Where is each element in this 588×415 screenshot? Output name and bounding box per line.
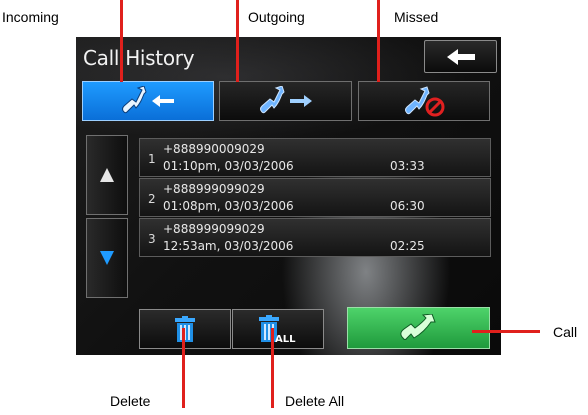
phone-outgoing-icon [259, 86, 312, 114]
phone-missed-icon [405, 86, 445, 117]
callout-line-outgoing [236, 0, 239, 82]
call-number: +888999099029 [163, 182, 265, 196]
call-duration: 03:33 [390, 159, 425, 173]
callout-missed: Missed [394, 9, 439, 25]
back-button[interactable] [424, 40, 497, 73]
tab-missed[interactable] [358, 81, 490, 121]
callout-outgoing: Outgoing [248, 9, 305, 25]
callout-line-delete-all [271, 328, 274, 408]
call-index: 1 [148, 152, 156, 166]
callout-delete: Delete [110, 393, 151, 409]
triangle-down-icon [100, 251, 114, 265]
scroll-down-button[interactable] [86, 218, 128, 298]
tab-incoming[interactable] [82, 81, 214, 121]
call-number: +888999099029 [163, 222, 265, 236]
call-history-screen: Call History 1 +888990009029 01:10pm, 03… [76, 37, 501, 355]
call-index: 2 [148, 192, 156, 206]
callout-call: Call [553, 324, 578, 340]
callout-line-missed [377, 0, 380, 82]
callout-delete-all: Delete All [285, 393, 345, 409]
delete-all-badge: ALL [275, 334, 296, 343]
delete-all-button[interactable]: ALL [232, 309, 324, 349]
call-datetime: 01:10pm, 03/03/2006 [163, 159, 294, 173]
callout-line-call [472, 330, 540, 333]
call-row[interactable]: 3 +888999099029 12:53am, 03/03/2006 02:2… [139, 218, 491, 257]
call-row[interactable]: 2 +888999099029 01:08pm, 03/03/2006 06:3… [139, 178, 491, 217]
call-duration: 02:25 [390, 239, 425, 253]
trash-all-icon: ALL [259, 315, 296, 343]
page-title: Call History [83, 46, 195, 70]
tab-outgoing[interactable] [219, 81, 352, 121]
callout-incoming: Incoming [2, 9, 59, 25]
phone-incoming-icon [122, 86, 174, 114]
call-index: 3 [148, 232, 156, 246]
call-button[interactable] [347, 307, 490, 349]
call-duration: 06:30 [390, 199, 425, 213]
callout-line-incoming [120, 0, 123, 82]
call-datetime: 01:08pm, 03/03/2006 [163, 199, 294, 213]
phone-handset-icon [399, 314, 436, 340]
triangle-up-icon [100, 168, 114, 182]
trash-icon [175, 316, 195, 342]
scroll-up-button[interactable] [86, 135, 128, 215]
call-number: +888990009029 [163, 142, 265, 156]
arrow-left-icon [447, 49, 475, 65]
call-datetime: 12:53am, 03/03/2006 [163, 239, 294, 253]
title-bar: Call History [76, 37, 501, 77]
callout-line-delete [182, 328, 185, 408]
call-row[interactable]: 1 +888990009029 01:10pm, 03/03/2006 03:3… [139, 138, 491, 177]
delete-button[interactable] [139, 309, 231, 349]
